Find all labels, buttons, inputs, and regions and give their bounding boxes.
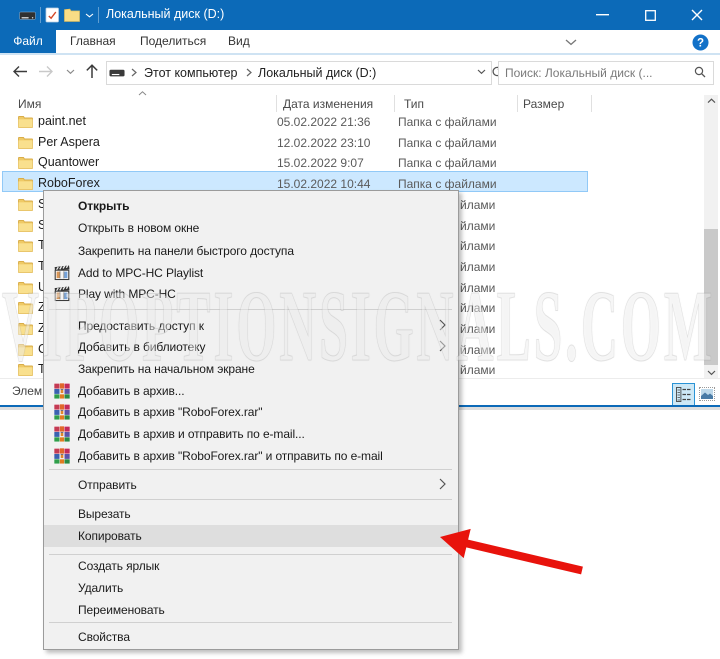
svg-text:?: ? xyxy=(697,38,704,50)
